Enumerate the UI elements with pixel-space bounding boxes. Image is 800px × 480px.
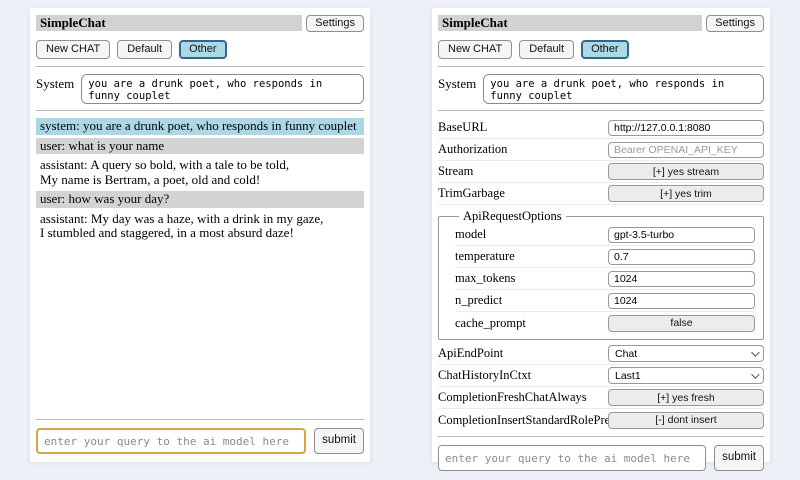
settings-row: BaseURL [438,117,764,139]
settings-row: n_predict [455,290,755,312]
settings-row: max_tokens [455,268,755,290]
settings-row: TrimGarbage [+] yes trim [438,183,764,205]
system-prompt-input[interactable]: you are a drunk poet, who responds in fu… [483,74,764,104]
chevron-down-icon [751,348,759,356]
api-endpoint-select[interactable]: Chat [608,345,764,362]
n-predict-label: n_predict [455,293,608,308]
stream-label: Stream [438,164,608,179]
settings-row: ChatHistoryInCtxt Last1 [438,365,764,387]
chevron-down-icon [751,370,759,378]
app-root: SimpleChat Settings New CHAT Default Oth… [0,0,800,470]
settings-row: temperature [455,246,755,268]
settings-row: cache_prompt false [455,312,755,334]
divider [36,66,364,67]
chat-history-in-ctxt-select[interactable]: Last1 [608,367,764,384]
divider [438,66,764,67]
settings-panel: SimpleChat Settings New CHAT Default Oth… [432,8,770,462]
settings-row: CompletionInsertStandardRolePrefix [-] d… [438,409,764,431]
system-label: System [36,74,74,104]
max-tokens-label: max_tokens [455,271,608,286]
completion-insert-standard-role-prefix-label: CompletionInsertStandardRolePrefix [438,413,608,428]
app-title: SimpleChat [36,15,302,31]
header: SimpleChat Settings [36,15,364,32]
model-label: model [455,227,608,242]
settings-button[interactable]: Settings [706,15,764,32]
cache-prompt-label: cache_prompt [455,316,608,331]
settings-row: ApiEndPoint Chat [438,343,764,365]
completion-insert-role-prefix-toggle-button[interactable]: [-] dont insert [608,412,764,429]
max-tokens-input[interactable] [608,271,755,287]
session-toolbar: New CHAT Default Other [438,40,764,59]
new-chat-button[interactable]: New CHAT [36,40,110,59]
divider [438,436,764,437]
session-tab-other[interactable]: Other [179,40,227,59]
submit-button[interactable]: submit [314,428,364,454]
session-tab-other[interactable]: Other [581,40,629,59]
header: SimpleChat Settings [438,15,764,32]
temperature-input[interactable] [608,249,755,265]
settings-row: CompletionFreshChatAlways [+] yes fresh [438,387,764,409]
divider [36,110,364,111]
stream-toggle-button[interactable]: [+] yes stream [608,163,764,180]
query-input[interactable] [36,428,306,454]
query-input[interactable] [438,445,706,471]
session-tab-default[interactable]: Default [117,40,172,59]
settings-list: BaseURL Authorization Stream [+] yes str… [438,117,764,431]
baseurl-label: BaseURL [438,120,608,135]
system-prompt-row: System you are a drunk poet, who respond… [438,74,764,104]
settings-row: Authorization [438,139,764,161]
new-chat-button[interactable]: New CHAT [438,40,512,59]
system-label: System [438,74,476,104]
submit-button[interactable]: submit [714,445,764,471]
api-request-options-fieldset: ApiRequestOptions model temperature max_… [438,209,764,340]
authorization-label: Authorization [438,142,608,157]
temperature-label: temperature [455,249,608,264]
session-tab-default[interactable]: Default [519,40,574,59]
baseurl-input[interactable] [608,120,764,136]
completion-fresh-chat-toggle-button[interactable]: [+] yes fresh [608,389,764,406]
settings-row: Stream [+] yes stream [438,161,764,183]
trimgarbage-toggle-button[interactable]: [+] yes trim [608,185,764,202]
api-endpoint-selected-value: Chat [615,348,637,360]
api-request-options-legend: ApiRequestOptions [459,209,566,224]
chat-history-selected-value: Last1 [615,370,641,382]
chat-message-user: user: what is your name [36,138,364,155]
chat-message-assistant: assistant: My day was a haze, with a dri… [36,211,364,242]
trimgarbage-label: TrimGarbage [438,186,608,201]
settings-button[interactable]: Settings [306,15,364,32]
chat-panel: SimpleChat Settings New CHAT Default Oth… [30,8,370,462]
system-prompt-input[interactable]: you are a drunk poet, who responds in fu… [81,74,364,104]
app-title: SimpleChat [438,15,702,31]
system-prompt-row: System you are a drunk poet, who respond… [36,74,364,104]
api-endpoint-label: ApiEndPoint [438,346,608,361]
chat-message-assistant: assistant: A query so bold, with a tale … [36,157,364,188]
cache-prompt-toggle-button[interactable]: false [608,315,755,332]
completion-fresh-chat-always-label: CompletionFreshChatAlways [438,390,608,405]
divider [36,419,364,420]
chat-message-user: user: how was your day? [36,191,364,208]
divider [438,110,764,111]
session-toolbar: New CHAT Default Other [36,40,364,59]
query-row: submit [36,428,364,454]
model-input[interactable] [608,227,755,243]
chat-message-system: system: you are a drunk poet, who respon… [36,118,364,135]
chat-log: system: you are a drunk poet, who respon… [36,118,364,245]
query-row: submit [438,445,764,471]
chat-history-in-ctxt-label: ChatHistoryInCtxt [438,368,608,383]
spacer [36,245,364,415]
settings-row: model [455,224,755,246]
authorization-input[interactable] [608,142,764,158]
n-predict-input[interactable] [608,293,755,309]
